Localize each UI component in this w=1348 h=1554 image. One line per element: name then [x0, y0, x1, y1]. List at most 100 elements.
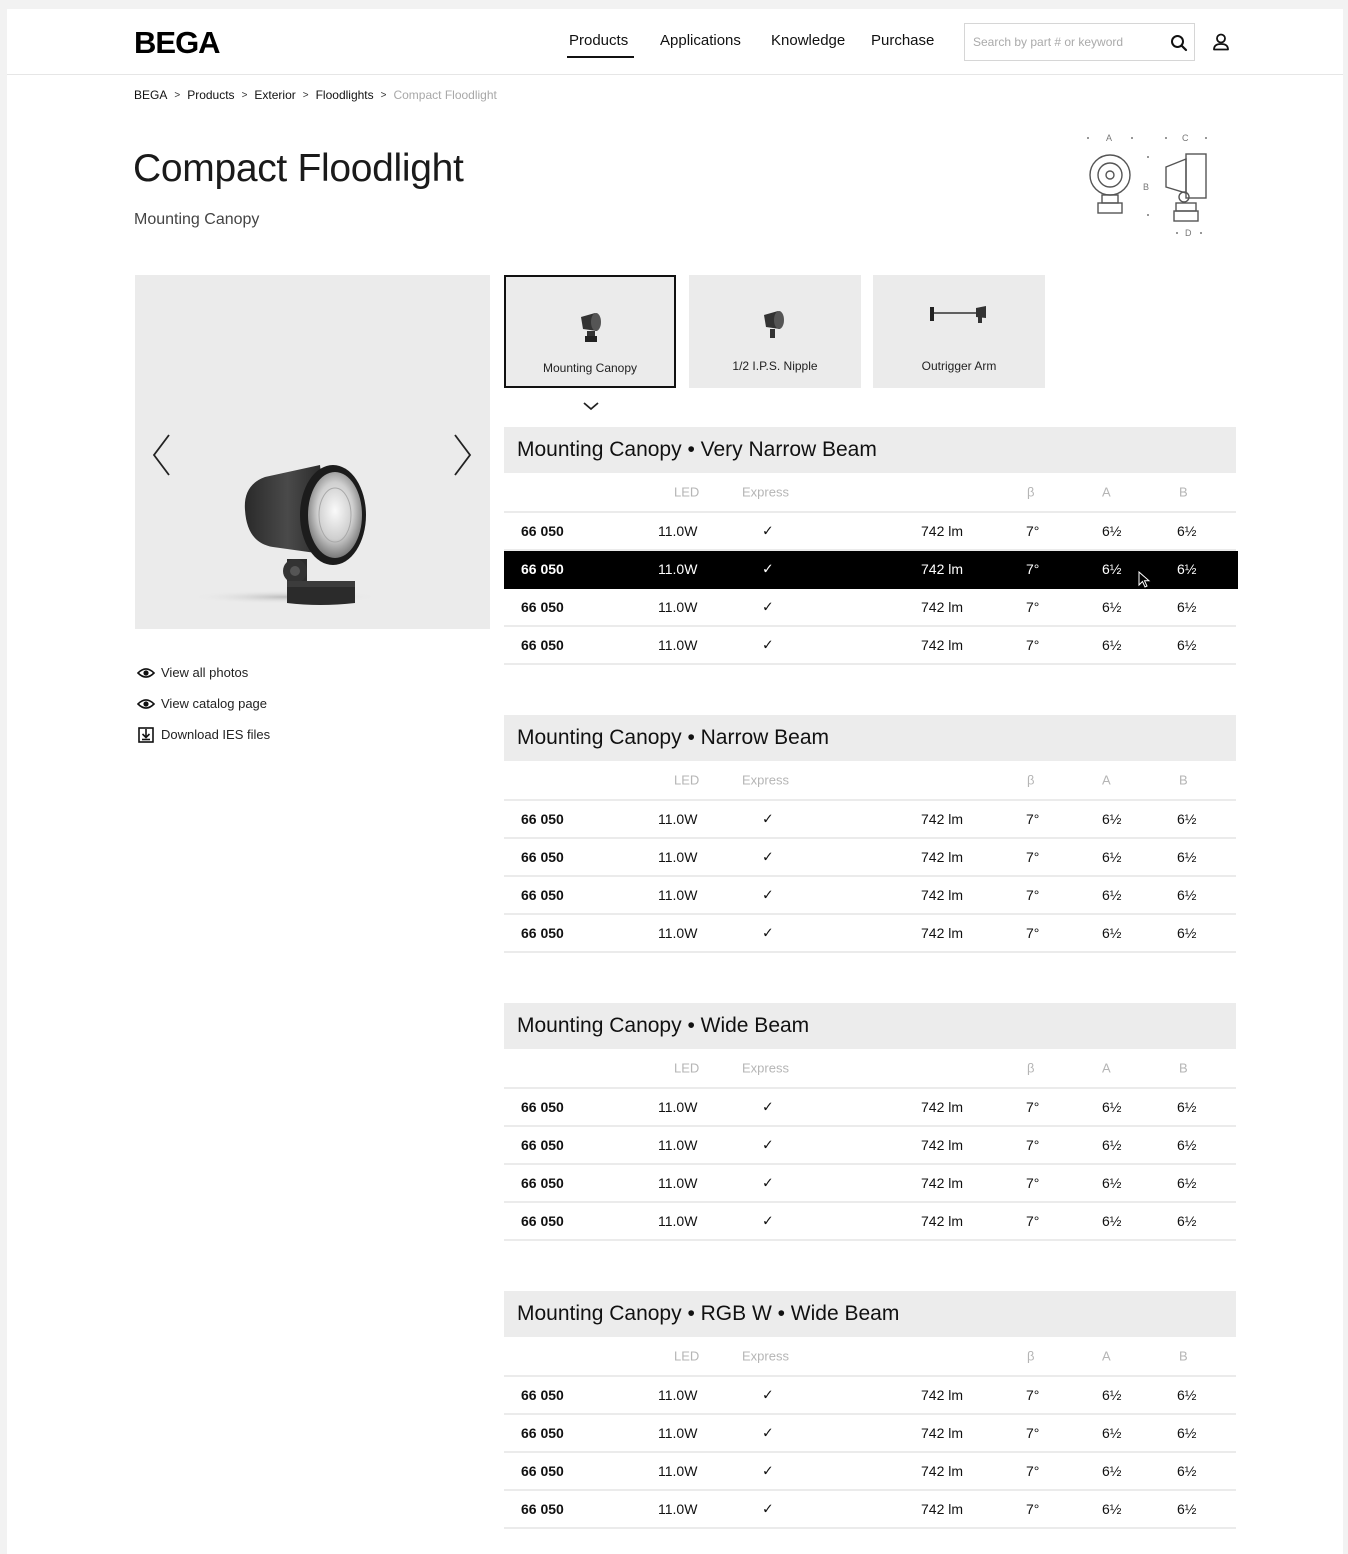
dimension-a: 6½: [1102, 849, 1122, 865]
table-row[interactable]: 66 050 11.0W ✓ 742 lm 7° 6½ 6½: [504, 589, 1236, 627]
column-header-a: A: [1102, 772, 1111, 788]
part-number: 66 050: [521, 925, 564, 941]
dimension-a: 6½: [1102, 811, 1122, 827]
table-row[interactable]: 66 050 11.0W ✓ 742 lm 7° 6½ 6½: [504, 839, 1236, 877]
express-checkmark: ✓: [762, 1174, 774, 1191]
mount-tab-ips-nipple[interactable]: 1/2 I.P.S. Nipple: [689, 275, 861, 388]
table-row[interactable]: 66 050 11.0W ✓ 742 lm 7° 6½ 6½: [504, 1453, 1236, 1491]
led-wattage: 11.0W: [658, 811, 698, 827]
table-row[interactable]: 66 050 11.0W ✓ 742 lm 7° 6½ 6½: [504, 513, 1236, 551]
dimension-a: 6½: [1102, 925, 1122, 941]
dimension-a: 6½: [1102, 561, 1122, 577]
bega-logo[interactable]: BEGA: [134, 25, 221, 61]
nav-products[interactable]: Products: [569, 32, 628, 49]
lumens: 742 lm: [921, 811, 964, 827]
lumens: 742 lm: [921, 1501, 964, 1517]
product-table-very-narrow-beam: Mounting Canopy • Very Narrow Beam LED E…: [504, 427, 1238, 665]
dimension-b: 6½: [1177, 599, 1197, 615]
led-wattage: 11.0W: [658, 599, 698, 615]
beam-angle: 7°: [1026, 1387, 1040, 1403]
dimension-a: 6½: [1102, 1501, 1122, 1517]
express-checkmark: ✓: [762, 1212, 774, 1229]
dimension-a: 6½: [1102, 1463, 1122, 1479]
express-checkmark: ✓: [762, 1098, 774, 1115]
express-checkmark: ✓: [762, 636, 774, 653]
nav-knowledge[interactable]: Knowledge: [771, 32, 845, 49]
table-row[interactable]: 66 050 11.0W ✓ 742 lm 7° 6½ 6½: [504, 1127, 1236, 1165]
express-checkmark: ✓: [762, 522, 774, 539]
chevron-down-icon[interactable]: [581, 399, 601, 413]
beam-angle: 7°: [1026, 637, 1040, 653]
table-row[interactable]: 66 050 11.0W ✓ 742 lm 7° 6½ 6½: [504, 877, 1236, 915]
breadcrumb: BEGA > Products > Exterior > Floodlights…: [134, 88, 497, 102]
breadcrumb-floodlights[interactable]: Floodlights: [316, 88, 374, 102]
product-photo: [190, 465, 375, 605]
dimension-b: 6½: [1177, 1137, 1197, 1153]
breadcrumb-current: Compact Floodlight: [393, 88, 497, 102]
user-icon[interactable]: [1210, 31, 1232, 53]
dimension-b: 6½: [1177, 1501, 1197, 1517]
dimension-label-a: A: [1106, 133, 1112, 143]
view-catalog-page-link[interactable]: View catalog page: [137, 688, 270, 719]
table-row[interactable]: 66 050 11.0W ✓ 742 lm 7° 6½ 6½: [504, 801, 1236, 839]
download-ies-files-link[interactable]: Download IES files: [137, 719, 270, 750]
lumens: 742 lm: [921, 599, 964, 615]
part-number: 66 050: [521, 1501, 564, 1517]
table-row[interactable]: 66 050 11.0W ✓ 742 lm 7° 6½ 6½: [504, 1089, 1236, 1127]
column-header-led: LED: [674, 1060, 700, 1076]
chevron-right-icon[interactable]: [451, 433, 473, 477]
dimension-a: 6½: [1102, 1137, 1122, 1153]
part-number: 66 050: [521, 599, 564, 615]
express-checkmark: ✓: [762, 1500, 774, 1517]
table-row[interactable]: 66 050 11.0W ✓ 742 lm 7° 6½ 6½: [504, 1203, 1236, 1241]
mount-tab-outrigger-arm[interactable]: Outrigger Arm: [873, 275, 1045, 388]
dimension-b: 6½: [1177, 637, 1197, 653]
table-row[interactable]: 66 050 11.0W ✓ 742 lm 7° 6½ 6½: [504, 1491, 1236, 1529]
column-header-led: LED: [674, 772, 700, 788]
search-input[interactable]: [973, 33, 1153, 51]
mount-tab-mounting-canopy[interactable]: Mounting Canopy: [504, 275, 676, 388]
column-header-beta: β: [1027, 1348, 1035, 1364]
lumens: 742 lm: [921, 637, 964, 653]
dimension-b: 6½: [1177, 811, 1197, 827]
breadcrumb-bega[interactable]: BEGA: [134, 88, 167, 102]
nav-active-indicator: [567, 56, 634, 58]
lumens: 742 lm: [921, 1425, 964, 1441]
part-number: 66 050: [521, 1137, 564, 1153]
part-number: 66 050: [521, 1213, 564, 1229]
led-wattage: 11.0W: [658, 1099, 698, 1115]
breadcrumb-exterior[interactable]: Exterior: [254, 88, 295, 102]
table-row-highlighted[interactable]: 66 050 11.0W ✓ 742 lm 7° 6½ 6½: [504, 551, 1238, 589]
view-all-photos-link[interactable]: View all photos: [137, 657, 270, 688]
dimension-b: 6½: [1177, 1099, 1197, 1115]
search-icon[interactable]: [1169, 33, 1189, 53]
express-checkmark: ✓: [762, 1136, 774, 1153]
table-row[interactable]: 66 050 11.0W ✓ 742 lm 7° 6½ 6½: [504, 1415, 1236, 1453]
eye-icon: [137, 667, 155, 678]
part-number: 66 050: [521, 523, 564, 539]
table-row[interactable]: 66 050 11.0W ✓ 742 lm 7° 6½ 6½: [504, 915, 1236, 953]
part-number: 66 050: [521, 1175, 564, 1191]
lumens: 742 lm: [921, 523, 964, 539]
breadcrumb-separator: >: [380, 89, 387, 101]
beam-angle: 7°: [1026, 1213, 1040, 1229]
table-row[interactable]: 66 050 11.0W ✓ 742 lm 7° 6½ 6½: [504, 1377, 1236, 1415]
led-wattage: 11.0W: [658, 1137, 698, 1153]
table-row[interactable]: 66 050 11.0W ✓ 742 lm 7° 6½ 6½: [504, 627, 1236, 665]
lumens: 742 lm: [921, 1463, 964, 1479]
mounting-canopy-icon: [581, 313, 601, 342]
dimension-diagram: A C B D: [1087, 133, 1207, 238]
dimension-label-d: D: [1185, 228, 1192, 238]
mount-tab-label: Outrigger Arm: [921, 359, 997, 373]
table-row[interactable]: 66 050 11.0W ✓ 742 lm 7° 6½ 6½: [504, 1165, 1236, 1203]
nav-applications[interactable]: Applications: [660, 32, 741, 49]
column-header-b: B: [1179, 484, 1188, 500]
led-wattage: 11.0W: [658, 523, 698, 539]
outrigger-arm-icon: [930, 306, 986, 323]
nav-purchase[interactable]: Purchase: [871, 32, 934, 49]
dimension-b: 6½: [1177, 1463, 1197, 1479]
part-number: 66 050: [521, 561, 564, 577]
breadcrumb-products[interactable]: Products: [187, 88, 234, 102]
dimension-b: 6½: [1177, 925, 1197, 941]
beam-angle: 7°: [1026, 523, 1040, 539]
